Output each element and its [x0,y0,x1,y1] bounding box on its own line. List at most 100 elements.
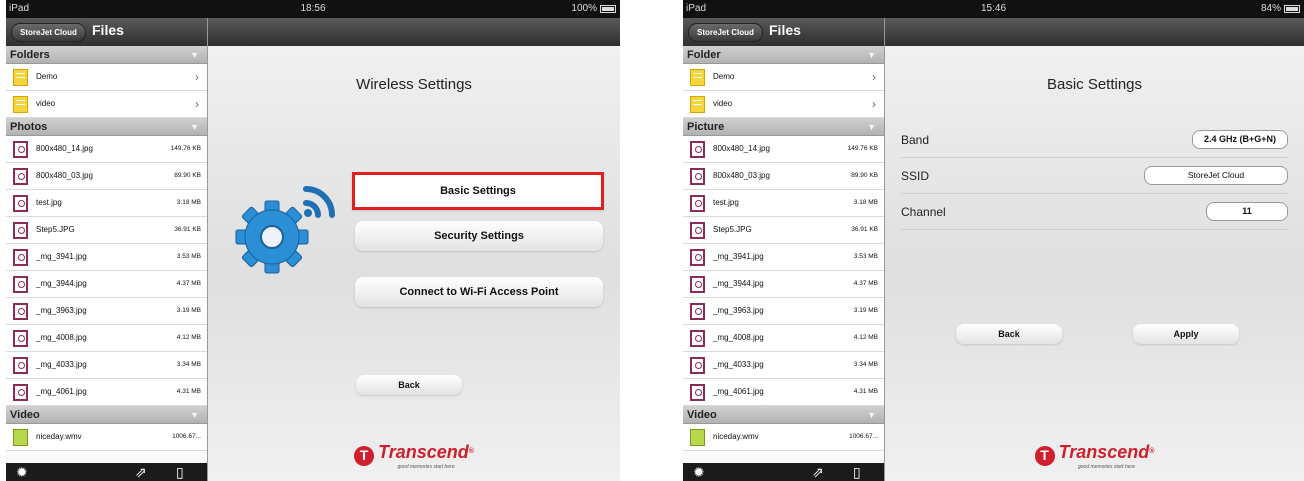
photo-icon [690,276,705,293]
device-icon[interactable]: ▯ [176,465,184,479]
photo-icon [690,141,705,158]
battery-percent: 84% [1260,3,1281,14]
section-header-photos[interactable]: Photos ▼ [6,118,207,136]
file-name: niceday.wmv [36,432,82,441]
photo-row[interactable]: test.jpg 3.18 MB [6,190,207,217]
photo-row[interactable]: test.jpg 3.18 MB [683,190,884,217]
photo-row[interactable]: _mg_3963.jpg 3.19 MB [683,298,884,325]
video-row[interactable]: niceday.wmv 1006.67... [683,424,884,451]
file-size: 1006.67... [172,433,201,440]
folder-row[interactable]: Demo › [6,64,207,91]
collapse-chevron-icon: ▼ [867,410,876,420]
transcend-logo-icon [1034,446,1055,466]
photo-row[interactable]: _mg_4033.jpg 3.34 MB [683,352,884,379]
chevron-right-icon: › [872,70,876,84]
export-icon[interactable]: ⇗ [135,465,147,479]
file-name: 800x480_03.jpg [713,171,770,180]
channel-select[interactable]: 11 [1206,202,1288,221]
file-size: 36.91 KB [851,226,878,233]
photo-row[interactable]: _mg_3941.jpg 3.53 MB [6,244,207,271]
storejet-cloud-button[interactable]: StoreJet Cloud [688,23,763,42]
file-name: 800x480_14.jpg [713,144,770,153]
section-header-folders[interactable]: Folders ▼ [6,46,207,64]
file-size: 4.31 MB [176,388,201,395]
photo-row[interactable]: Step5.JPG 36.91 KB [6,217,207,244]
photo-row[interactable]: 800x480_03.jpg 89.90 KB [683,163,884,190]
file-size: 149.76 KB [847,145,878,152]
photo-row[interactable]: 800x480_14.jpg 149.76 KB [683,136,884,163]
storejet-cloud-button[interactable]: StoreJet Cloud [11,23,86,42]
photo-icon [13,222,28,239]
security-settings-button[interactable]: Security Settings [355,221,603,251]
section-label: Folder [687,49,721,61]
folder-row[interactable]: Demo › [683,64,884,91]
main-topbar [208,18,620,46]
band-select[interactable]: 2.4 GHz (B+G+N) [1192,130,1288,149]
file-name: test.jpg [36,198,62,207]
section-header-video[interactable]: Video ▼ [6,406,207,424]
file-size: 89.90 KB [174,172,201,179]
photo-row[interactable]: _mg_4008.jpg 4.12 MB [683,325,884,352]
photo-row[interactable]: 800x480_03.jpg 89.90 KB [6,163,207,190]
photo-icon [13,303,28,320]
sidebar-header: StoreJet Cloud Files [6,18,207,46]
back-button[interactable]: Back [956,324,1062,344]
file-name: _mg_3944.jpg [713,279,764,288]
files-sidebar: StoreJet Cloud Files Folders ▼ Demo › vi… [6,18,208,481]
folder-row[interactable]: video › [683,91,884,118]
wireless-gear-icon [235,186,335,274]
ssid-input[interactable]: StoreJet Cloud [1144,166,1288,185]
settings-gear-icon[interactable]: ✹ [693,465,705,479]
battery-percent: 100% [571,3,597,14]
photo-row[interactable]: _mg_4061.jpg 4.31 MB [6,379,207,406]
file-name: niceday.wmv [713,432,759,441]
photo-row[interactable]: _mg_3944.jpg 4.37 MB [6,271,207,298]
photo-row[interactable]: 800x480_14.jpg 149.76 KB [6,136,207,163]
file-name: test.jpg [713,198,739,207]
file-size: 89.90 KB [851,172,878,179]
status-bar: iPad 18:56 100% [6,0,620,18]
section-header-folders[interactable]: Folder ▼ [683,46,884,64]
section-header-video[interactable]: Video ▼ [683,406,884,424]
section-label: Folders [10,49,50,61]
video-row[interactable]: niceday.wmv 1006.67... [6,424,207,451]
photo-row[interactable]: _mg_4033.jpg 3.34 MB [6,352,207,379]
back-button[interactable]: Back [356,375,462,395]
file-size: 3.34 MB [176,361,201,368]
folder-row[interactable]: video › [6,91,207,118]
brand-name: Transcend [378,441,469,462]
connect-wifi-button[interactable]: Connect to Wi-Fi Access Point [355,277,603,307]
device-icon[interactable]: ▯ [853,465,861,479]
photo-row[interactable]: _mg_3944.jpg 4.37 MB [683,271,884,298]
sidebar-toolbar: ✹ ⇗ ▯ [683,463,884,481]
file-name: Step5.JPG [36,225,75,234]
export-icon[interactable]: ⇗ [812,465,824,479]
photo-icon [13,357,28,374]
photo-row[interactable]: _mg_3963.jpg 3.19 MB [6,298,207,325]
photo-row[interactable]: _mg_4061.jpg 4.31 MB [683,379,884,406]
section-header-photos[interactable]: Picture ▼ [683,118,884,136]
file-size: 4.37 MB [853,280,878,287]
photo-row[interactable]: _mg_3941.jpg 3.53 MB [683,244,884,271]
folder-icon [690,96,705,113]
file-size: 3.18 MB [853,199,878,206]
photo-row[interactable]: _mg_4008.jpg 4.12 MB [6,325,207,352]
battery-icon [600,5,616,13]
settings-gear-icon[interactable]: ✹ [16,465,28,479]
photo-row[interactable]: Step5.JPG 36.91 KB [683,217,884,244]
photo-icon [13,276,28,293]
photo-icon [690,249,705,266]
photo-icon [13,195,28,212]
photo-icon [690,330,705,347]
section-label: Photos [10,121,48,133]
ipad-screen-wireless-settings: iPad 18:56 100% StoreJet Cloud Files Fol… [6,0,620,481]
basic-settings-button[interactable]: Basic Settings [352,172,604,210]
folder-icon [13,96,28,113]
file-size: 149.76 KB [170,145,201,152]
file-name: _mg_3941.jpg [36,252,87,261]
band-setting-row: Band 2.4 GHz (B+G+N) [901,122,1288,158]
apply-button[interactable]: Apply [1133,324,1239,344]
status-bar: iPad 15:46 84% [683,0,1304,18]
video-icon [690,429,705,446]
photo-icon [690,384,705,401]
